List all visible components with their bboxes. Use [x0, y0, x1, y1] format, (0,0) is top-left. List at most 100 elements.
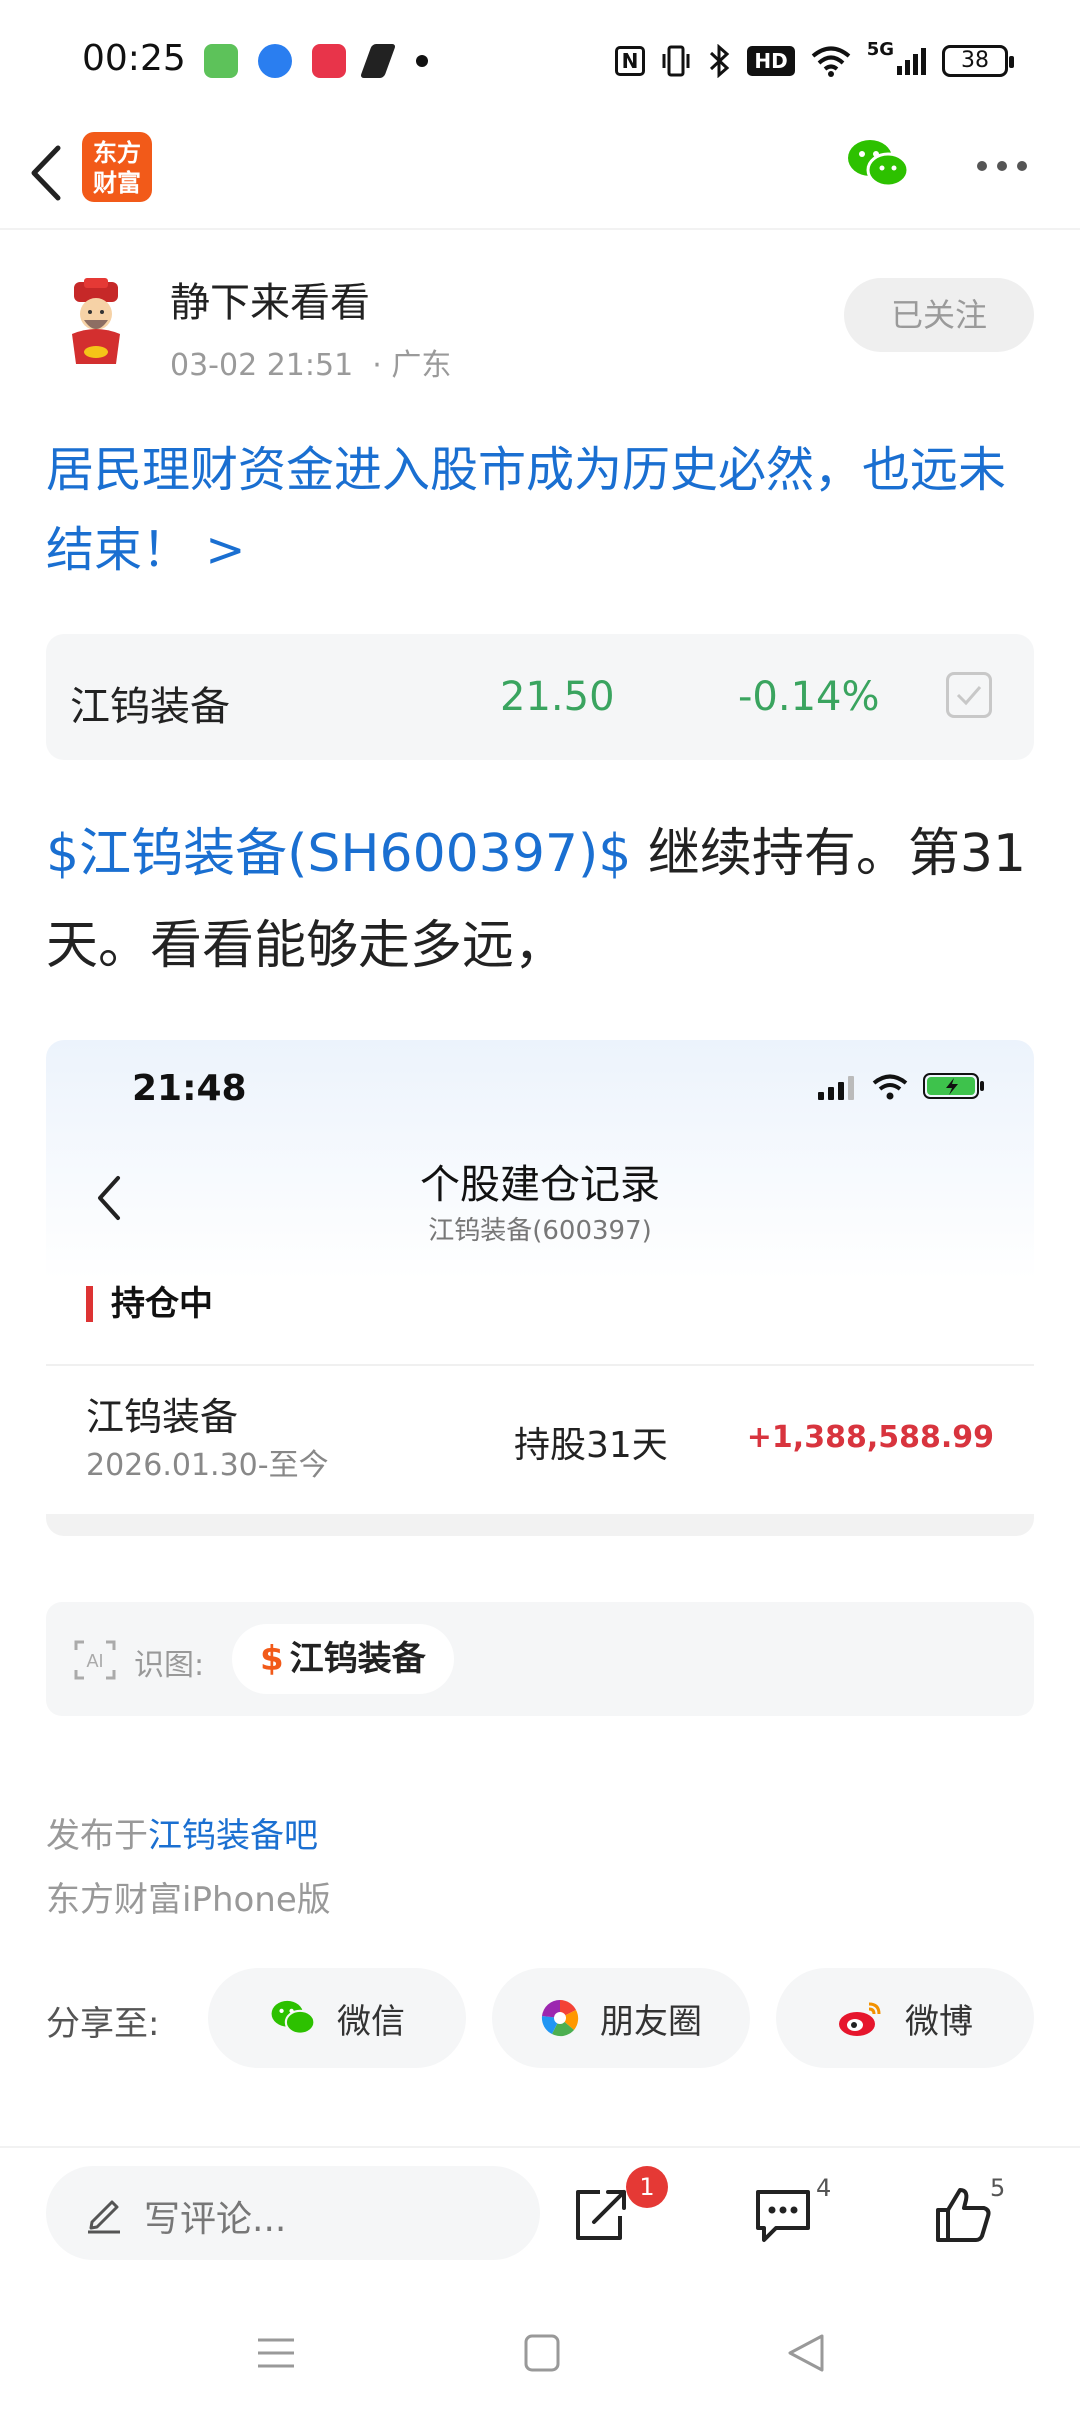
more-dot: [1017, 161, 1027, 171]
vibrate-icon: [662, 45, 690, 77]
back-button[interactable]: [20, 138, 80, 208]
more-dot: [997, 161, 1007, 171]
chevron-left-icon: [31, 145, 61, 201]
comment-placeholder: 写评论...: [144, 2199, 287, 2240]
post-location: · 广东: [372, 348, 452, 383]
pencil-icon: [88, 2200, 120, 2234]
watchlist-checkbox[interactable]: [946, 672, 992, 718]
stock-price: 21.50: [500, 674, 615, 720]
recognized-stock-chip[interactable]: $ 江钨装备: [232, 1624, 454, 1694]
status-time: 00:25: [82, 38, 186, 79]
dollar-icon: $: [260, 1639, 284, 1679]
image-recognition-bar: AI 识图: $ 江钨装备: [46, 1602, 1034, 1716]
status-system-icons: N HD 5G 38: [614, 39, 1014, 78]
share-weibo-button[interactable]: 微博: [776, 1968, 1034, 2068]
browser-notification-icon: [258, 44, 292, 78]
ai-icon-text: AI: [86, 1651, 103, 1671]
recents-button[interactable]: [246, 2328, 306, 2378]
more-notifications-dot: [416, 55, 428, 67]
more-dot: [977, 161, 987, 171]
image-section-title: 持仓中: [86, 1286, 213, 1322]
app-logo[interactable]: 东方 财富: [82, 132, 152, 202]
hd-icon: HD: [747, 46, 795, 76]
post-source: 东方财富iPhone版: [46, 1880, 331, 1920]
moments-icon: [541, 1999, 579, 2037]
image-profit: +1,388,588.99: [746, 1420, 994, 1455]
share-moments-button[interactable]: 朋友圈: [492, 1968, 750, 2068]
stock-tag-link[interactable]: $江钨装备(SH600397)$: [46, 824, 631, 884]
music-notification-icon: [312, 44, 346, 78]
share-wechat-button[interactable]: 微信: [208, 1968, 466, 2068]
signal-icon: [818, 1076, 854, 1100]
image-status-time: 21:48: [132, 1068, 247, 1109]
wechat-icon: [848, 140, 910, 188]
logo-text-line1: 东方: [93, 139, 141, 167]
system-back-button[interactable]: [778, 2328, 838, 2378]
comment-count: 4: [816, 2174, 832, 2202]
share-moments-label: 朋友圈: [600, 2001, 702, 2042]
paper-plane-icon: [359, 44, 397, 78]
image-status-icons: [818, 1072, 986, 1100]
like-count: 5: [990, 2174, 1006, 2202]
image-page-title: 个股建仓记录: [420, 1162, 660, 1208]
comment-bubble-icon: [756, 2190, 810, 2242]
recognized-stock-name: 江钨装备: [289, 1639, 426, 1679]
posted-in-prefix: 发布于: [46, 1816, 148, 1856]
comments-button[interactable]: [752, 2184, 814, 2246]
forward-badge: 1: [626, 2166, 668, 2208]
post-date: 03-02 21:51: [170, 348, 354, 383]
system-navigation-bar: [0, 2300, 1080, 2412]
image-stock-name: 江钨装备: [86, 1395, 239, 1439]
image-date-range: 2026.01.30-至今: [86, 1448, 329, 1483]
stock-bar-link[interactable]: 江钨装备吧: [148, 1816, 318, 1856]
nfc-icon: N: [614, 46, 646, 76]
image-recognition-label: 识图:: [134, 1648, 205, 1683]
check-icon: [956, 686, 982, 706]
weibo-icon: [839, 2002, 881, 2036]
thumbs-up-icon: [936, 2188, 991, 2242]
app-notification-icon: [204, 44, 238, 78]
image-hold-days: 持股31天: [514, 1425, 668, 1466]
menu-icon: [258, 2338, 294, 2368]
ai-frame-icon: AI: [74, 1640, 116, 1680]
post-title-link[interactable]: 居民理财资金进入股市成为历史必然，也远未结束！ >: [46, 430, 1036, 590]
wechat-icon: [271, 2000, 316, 2035]
wifi-icon: [811, 46, 850, 77]
share-arrow-icon: [576, 2190, 626, 2240]
post-body: $江钨装备(SH600397)$ 继续持有。第31天。看看能够走多远，: [46, 808, 1046, 992]
bluetooth-icon: [710, 44, 730, 78]
share-label: 分享至:: [46, 2004, 160, 2044]
post-meta: 03-02 21:51 · 广东: [170, 340, 451, 384]
wifi-icon: [872, 1074, 908, 1100]
image-divider: [46, 1364, 1034, 1366]
like-button[interactable]: [932, 2184, 994, 2246]
ai-scan-icon: AI: [74, 1640, 116, 1680]
stock-change-percent: -0.14%: [738, 674, 880, 720]
logo-text-line2: 财富: [93, 169, 141, 197]
share-wechat-label: 微信: [337, 2001, 405, 2042]
author-avatar[interactable]: [56, 278, 136, 366]
network-type-label: 5G: [866, 38, 894, 60]
battery-charging-icon: [923, 1073, 984, 1099]
status-bar: 00:25 N HD 5G 38: [0, 0, 1080, 120]
stock-name: 江钨装备: [70, 684, 230, 730]
more-options-button[interactable]: [970, 142, 1034, 190]
comment-input[interactable]: 写评论...: [46, 2166, 540, 2260]
forward-button[interactable]: [570, 2184, 632, 2246]
battery-icon: 38: [942, 45, 1014, 77]
attached-image[interactable]: 21:48 个股建仓记录 江钨装备(600397) 持仓中 江钨装备 2026.…: [46, 1040, 1034, 1536]
triangle-back-icon: [788, 2334, 824, 2372]
stock-quote-card[interactable]: 江钨装备 21.50 -0.14%: [46, 634, 1034, 760]
app-bar: 东方 财富: [0, 120, 1080, 230]
share-weibo-label: 微博: [905, 2001, 973, 2042]
posted-in: 发布于江钨装备吧: [46, 1808, 318, 1857]
image-footer: [46, 1514, 1034, 1536]
square-icon: [524, 2334, 560, 2372]
wechat-share-button[interactable]: [846, 136, 910, 196]
home-button[interactable]: [512, 2328, 572, 2378]
signal-icon: [897, 48, 926, 75]
follow-button[interactable]: 已关注: [844, 278, 1034, 352]
god-of-wealth-avatar-icon: [72, 278, 120, 364]
bottom-action-bar: 写评论... 1 4 5: [0, 2146, 1080, 2286]
author-name[interactable]: 静下来看看: [170, 270, 370, 328]
